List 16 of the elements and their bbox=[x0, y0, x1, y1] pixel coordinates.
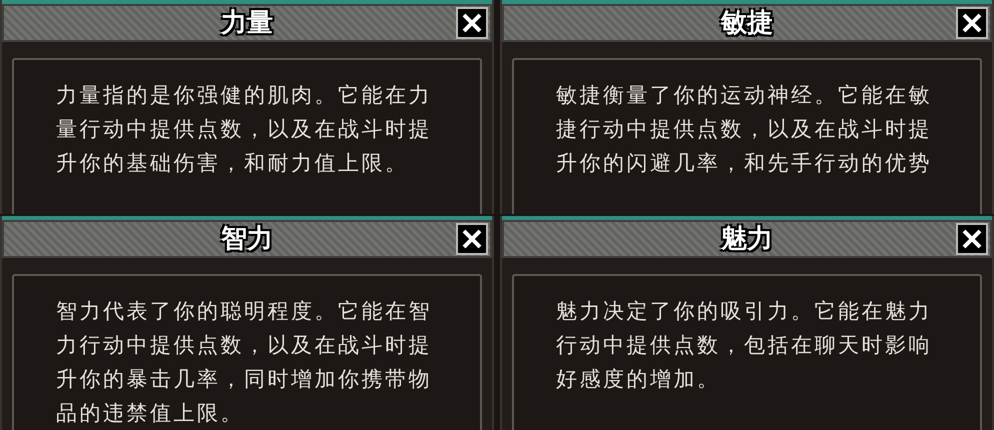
description-text: 智力代表了你的聪明程度。它能在智 力行动中提供点数，以及在战斗时提 升你的暴击几率，同时增加你携带物 品的违禁值上限。 bbox=[56, 298, 433, 427]
panel-title: 力量 bbox=[221, 10, 273, 36]
description-text: 魅力决定了你的吸引力。它能在魅力 行动中提供点数，包括在聊天时影响 好感度的增加。 bbox=[556, 298, 933, 393]
close-icon bbox=[461, 12, 483, 34]
panel-title: 敏捷 bbox=[721, 10, 773, 36]
close-button[interactable] bbox=[456, 223, 488, 255]
description-text: 敏捷衡量了你的运动神经。它能在敏 捷行动中提供点数，以及在战斗时提 升你的闪避几率，和先手行动的优势 bbox=[556, 82, 933, 177]
close-icon bbox=[961, 12, 983, 34]
panel-title: 智力 bbox=[221, 226, 273, 252]
close-button[interactable] bbox=[956, 7, 988, 39]
close-button[interactable] bbox=[956, 223, 988, 255]
close-icon bbox=[961, 228, 983, 250]
close-icon bbox=[461, 228, 483, 250]
description-text: 力量指的是你强健的肌肉。它能在力 量行动中提供点数，以及在战斗时提 升你的基础伤害，和耐力值上限。 bbox=[56, 82, 433, 177]
close-button[interactable] bbox=[456, 7, 488, 39]
panel-title: 魅力 bbox=[721, 226, 773, 252]
